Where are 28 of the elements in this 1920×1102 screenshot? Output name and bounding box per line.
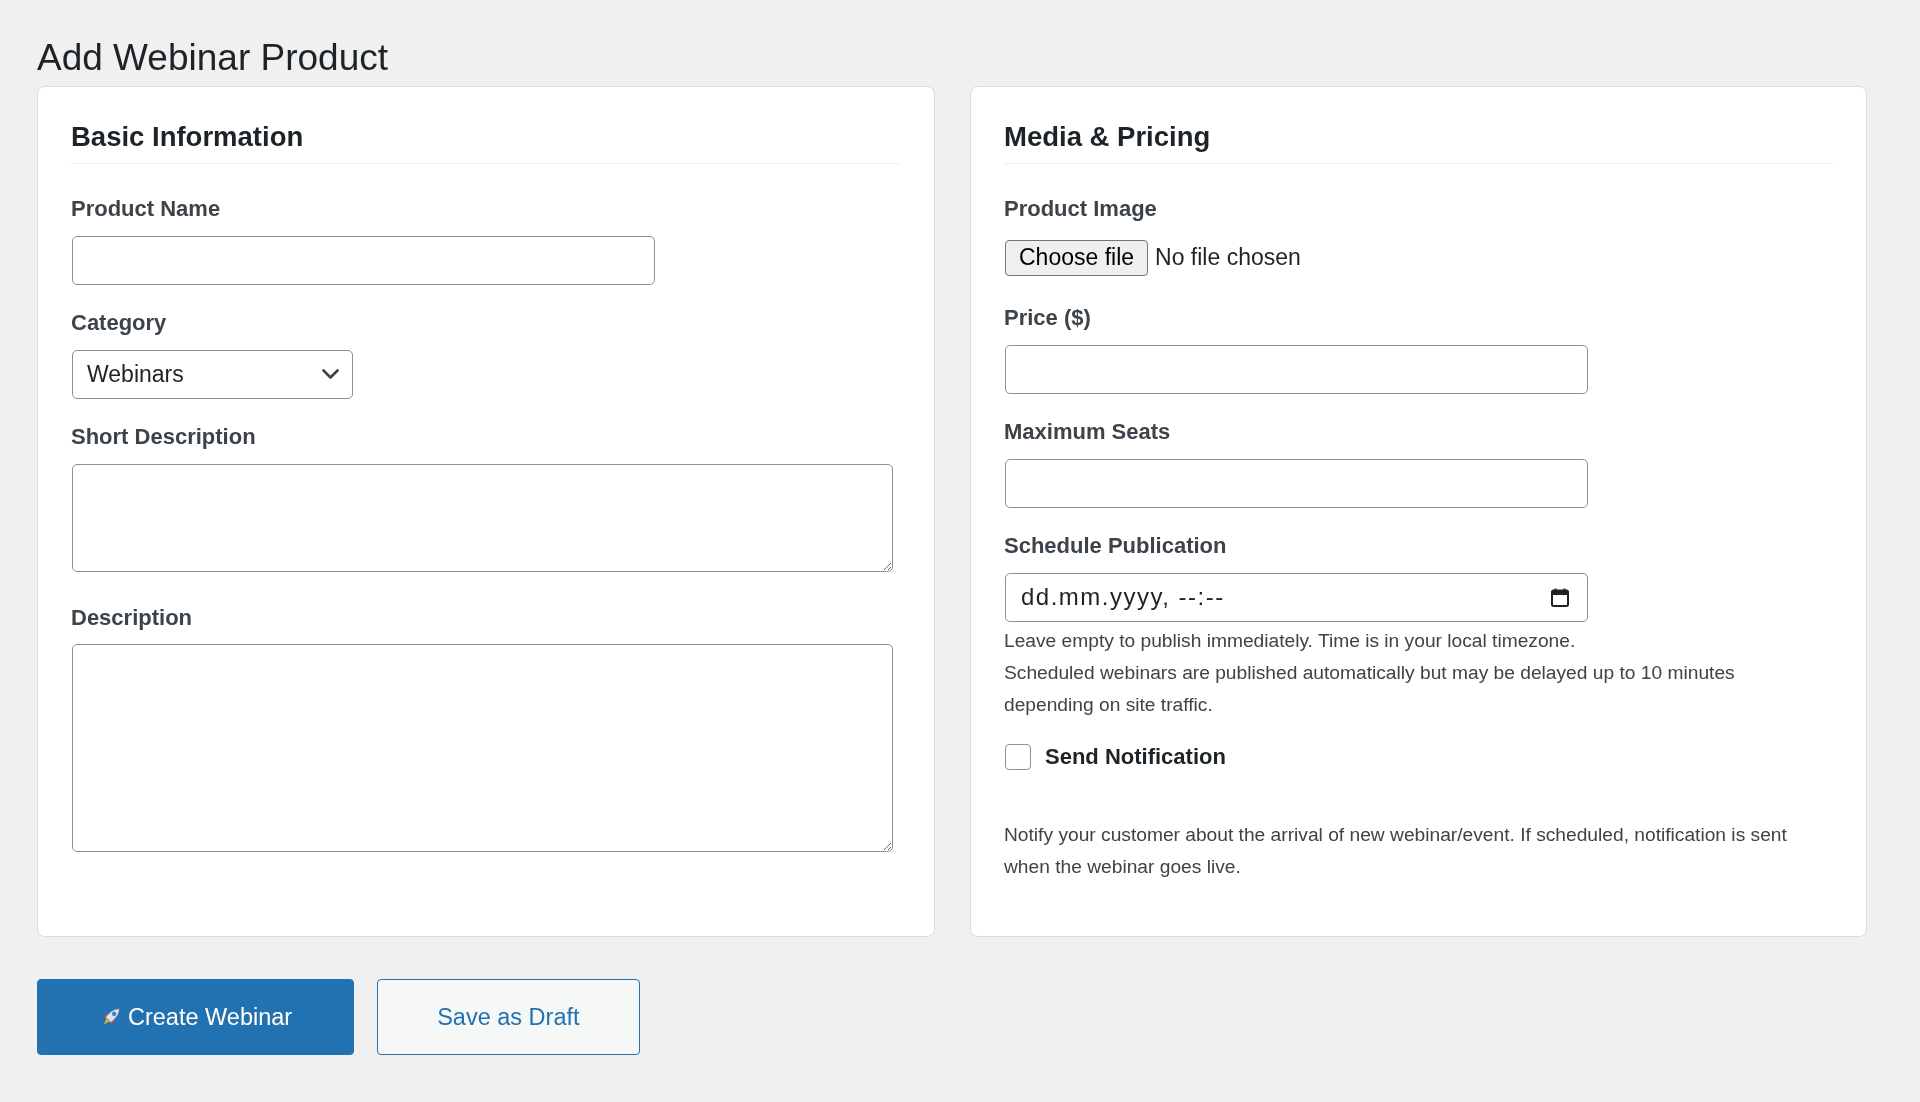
help-text: Scheduled webinars are published automatically but may be delayed up to 10 minutes depending on site traffic. — [1004, 660, 1736, 717]
input-field[interactable] — [1005, 344, 1588, 394]
text-area[interactable] — [72, 463, 893, 572]
card-heading: Basic Information — [71, 120, 304, 154]
create-button[interactable]: Create Webinar — [37, 979, 355, 1055]
card-heading: Media & Pricing — [1004, 120, 1211, 154]
field-label: Product Name — [71, 195, 221, 223]
save-draft-button[interactable]: Save as Draft — [377, 979, 640, 1055]
help-text: Notify your customer about the arrival of new webinar/event. If scheduled, notification is sent when the webinar goes live. — [1004, 822, 1788, 879]
choose-file-button[interactable]: Choose file — [1005, 239, 1149, 276]
dropdown[interactable]: Webinars — [72, 349, 353, 399]
field-label: Category — [71, 309, 167, 337]
field-label: Schedule Publication — [1004, 532, 1227, 560]
field-label: Product Image — [1004, 195, 1157, 223]
date-time-field[interactable]: dd.mm.yyyy, --:-- — [1005, 572, 1588, 622]
field-label: Price ($) — [1004, 304, 1091, 332]
help-text: Leave empty to publish immediately. Time is in your local timezone. — [1004, 628, 1576, 653]
caret-icon — [322, 369, 339, 379]
calendar-icon[interactable] — [1551, 587, 1569, 607]
checkbox[interactable] — [1005, 743, 1031, 770]
file-status-text: No file chosen — [1155, 244, 1301, 271]
page-title: Add Webinar Product — [37, 36, 388, 80]
input-field[interactable] — [1005, 458, 1588, 508]
field-label: Short Description — [71, 423, 256, 451]
input-field[interactable] — [72, 235, 655, 285]
field-label: Description — [71, 603, 193, 632]
checkbox-label[interactable]: Send Notification — [1045, 742, 1226, 771]
field-label: Maximum Seats — [1004, 418, 1171, 446]
